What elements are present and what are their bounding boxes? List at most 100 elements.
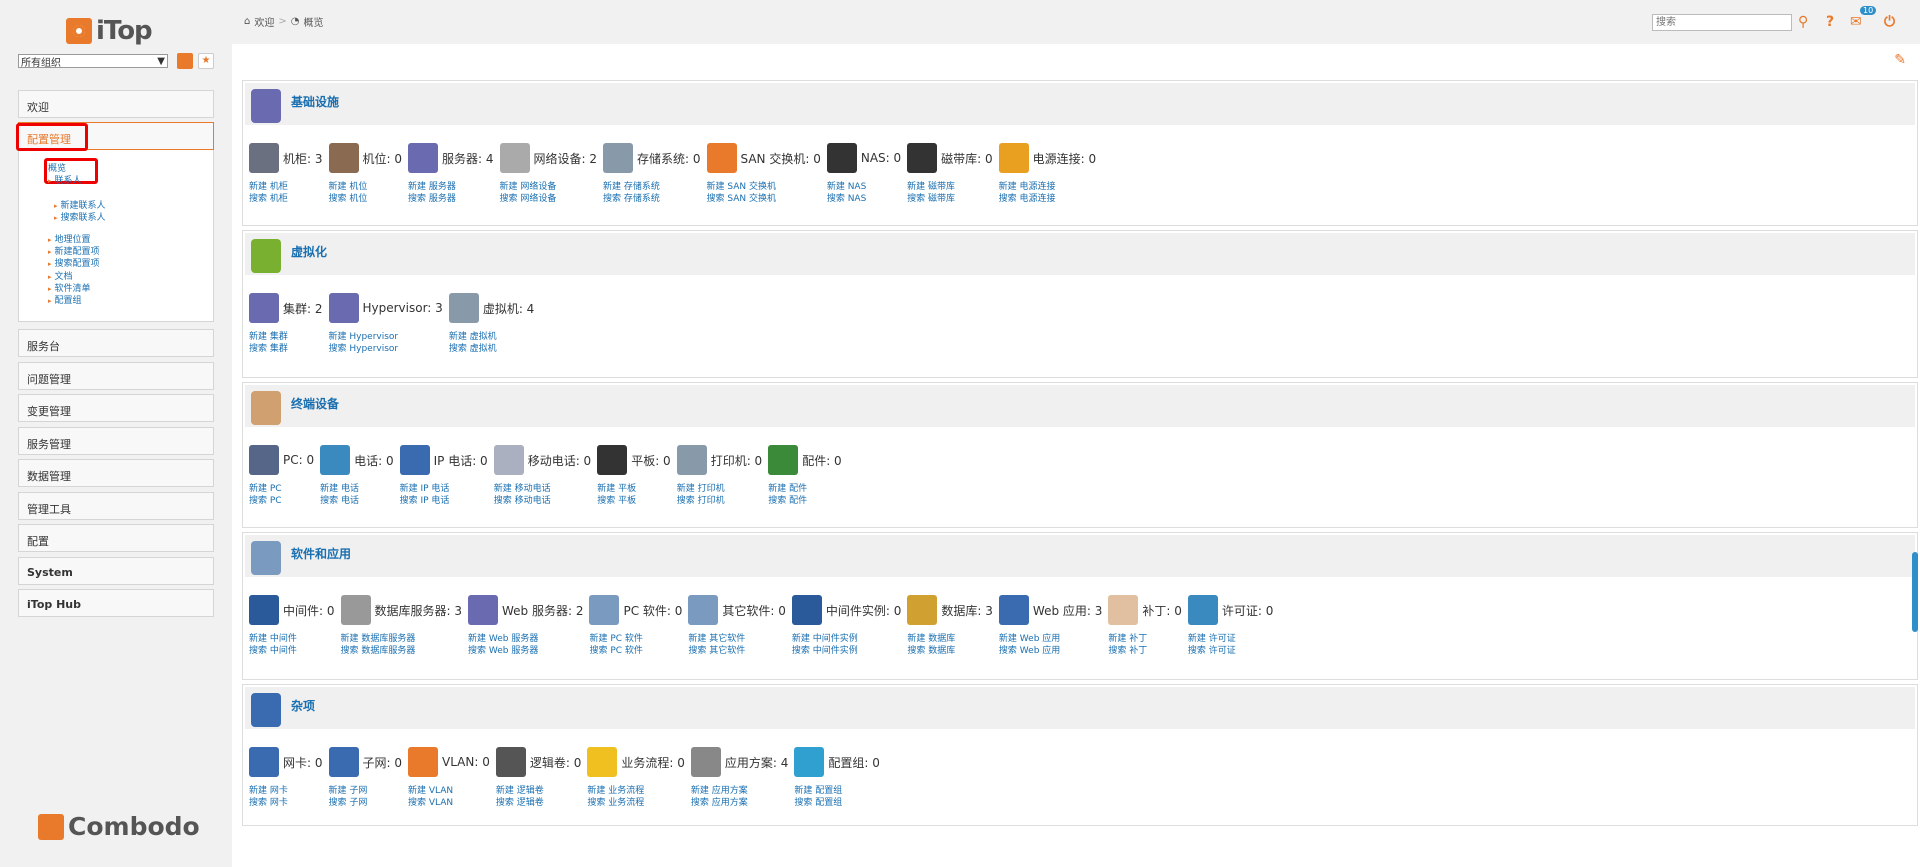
ci-class-count-link[interactable]: 中间件: 0 xyxy=(283,604,335,618)
ci-class-count-link[interactable]: 其它软件: 0 xyxy=(722,604,786,618)
ci-class-icon[interactable] xyxy=(589,595,620,625)
new-object-link[interactable]: 新建 网络设备 xyxy=(500,181,557,193)
ci-class-icon[interactable] xyxy=(249,143,279,173)
search-object-link[interactable]: 搜索 服务器 xyxy=(408,193,456,205)
new-object-link[interactable]: 新建 机位 xyxy=(329,181,368,193)
submenu-item[interactable]: ▸ 联系人 xyxy=(48,175,82,187)
ci-class-count-link[interactable]: SAN 交换机: 0 xyxy=(741,152,821,166)
search-object-link[interactable]: 搜索 中间件实例 xyxy=(792,645,858,657)
menu-9[interactable]: System xyxy=(18,557,214,585)
ci-class-icon[interactable] xyxy=(340,595,371,625)
itop-logo[interactable]: iTop xyxy=(66,16,153,46)
new-object-link[interactable]: 新建 Web 应用 xyxy=(999,633,1060,645)
search-object-link[interactable]: 搜索 PC xyxy=(249,495,282,507)
breadcrumb-overview[interactable]: 概览 xyxy=(303,14,323,29)
new-object-link[interactable]: 新建 PC xyxy=(249,483,282,495)
menu-0[interactable]: 欢迎 xyxy=(18,90,214,118)
ci-class-icon[interactable] xyxy=(249,293,279,323)
search-object-link[interactable]: 搜索 其它软件 xyxy=(688,645,745,657)
ci-class-count-link[interactable]: 平板: 0 xyxy=(631,454,671,468)
ci-class-icon[interactable] xyxy=(1108,595,1139,625)
ci-class-count-link[interactable]: 机柜: 3 xyxy=(283,152,323,166)
search-object-link[interactable]: 搜索 存储系统 xyxy=(603,193,660,205)
new-object-link[interactable]: 新建 其它软件 xyxy=(688,633,745,645)
ci-class-icon[interactable] xyxy=(408,143,438,173)
submenu-item[interactable]: ▸ 新建配置项 xyxy=(48,246,100,258)
edit-pencil-icon[interactable]: ✎ xyxy=(1894,52,1906,68)
ci-class-count-link[interactable]: 磁带库: 0 xyxy=(941,152,993,166)
search-object-link[interactable]: 搜索 补丁 xyxy=(1108,645,1147,657)
ci-class-icon[interactable] xyxy=(706,143,737,173)
ci-class-count-link[interactable]: 配件: 0 xyxy=(802,454,842,468)
ci-class-icon[interactable] xyxy=(320,445,351,475)
section-title[interactable]: 虚拟化 xyxy=(291,243,327,260)
search-object-link[interactable]: 搜索 数据库服务器 xyxy=(341,645,416,657)
ci-class-count-link[interactable]: 子网: 0 xyxy=(363,756,403,770)
new-object-link[interactable]: 新建 NAS xyxy=(827,181,866,193)
search-object-link[interactable]: 搜索 逻辑卷 xyxy=(496,797,544,809)
search-object-link[interactable]: 搜索 机位 xyxy=(329,193,368,205)
ci-class-count-link[interactable]: 业务流程: 0 xyxy=(621,756,685,770)
search-object-link[interactable]: 搜索 集群 xyxy=(249,343,288,355)
new-object-link[interactable]: 新建 许可证 xyxy=(1188,633,1236,645)
ci-class-count-link[interactable]: 配置组: 0 xyxy=(828,756,880,770)
ci-class-count-link[interactable]: 存储系统: 0 xyxy=(637,152,701,166)
search-object-link[interactable]: 搜索 电源连接 xyxy=(999,193,1056,205)
new-object-link[interactable]: 新建 业务流程 xyxy=(587,785,644,797)
submenu-item[interactable]: ▸ 搜索配置项 xyxy=(48,258,100,270)
scrollbar-thumb[interactable] xyxy=(1912,552,1918,632)
ci-class-icon[interactable] xyxy=(448,293,479,323)
new-object-link[interactable]: 新建 配置组 xyxy=(794,785,842,797)
global-search-input[interactable] xyxy=(1652,14,1792,31)
search-object-link[interactable]: 搜索 网卡 xyxy=(249,797,288,809)
search-object-link[interactable]: 搜索 应用方案 xyxy=(691,797,748,809)
ci-class-icon[interactable] xyxy=(826,143,857,173)
ci-class-icon[interactable] xyxy=(1187,595,1218,625)
new-object-link[interactable]: 新建 子网 xyxy=(329,785,368,797)
submenu-item[interactable]: ▸ 软件清单 xyxy=(48,283,91,295)
ci-class-count-link[interactable]: PC: 0 xyxy=(283,453,314,467)
new-object-link[interactable]: 新建 应用方案 xyxy=(691,785,748,797)
new-object-link[interactable]: 新建 网卡 xyxy=(249,785,288,797)
menu-2[interactable]: 服务台 xyxy=(18,329,214,357)
search-object-link[interactable]: 搜索 机柜 xyxy=(249,193,288,205)
new-object-link[interactable]: 新建 SAN 交换机 xyxy=(707,181,777,193)
new-object-link[interactable]: 新建 Hypervisor xyxy=(329,331,399,343)
ci-class-count-link[interactable]: 逻辑卷: 0 xyxy=(530,756,582,770)
ci-class-count-link[interactable]: 应用方案: 4 xyxy=(725,756,789,770)
ci-class-count-link[interactable]: 数据库服务器: 3 xyxy=(375,604,463,618)
new-object-link[interactable]: 新建 数据库服务器 xyxy=(341,633,416,645)
ci-class-icon[interactable] xyxy=(768,445,799,475)
search-object-link[interactable]: 搜索 配置组 xyxy=(794,797,842,809)
search-object-link[interactable]: 搜索 网络设备 xyxy=(500,193,557,205)
menu-6[interactable]: 数据管理 xyxy=(18,459,214,487)
ci-class-icon[interactable] xyxy=(249,595,279,625)
search-object-link[interactable]: 搜索 虚拟机 xyxy=(449,343,497,355)
search-object-link[interactable]: 搜索 子网 xyxy=(329,797,368,809)
new-object-link[interactable]: 新建 虚拟机 xyxy=(449,331,497,343)
ci-class-icon[interactable] xyxy=(328,143,359,173)
ci-class-icon[interactable] xyxy=(676,445,707,475)
search-object-link[interactable]: 搜索 打印机 xyxy=(677,495,725,507)
new-object-link[interactable]: 新建 PC 软件 xyxy=(589,633,642,645)
ci-class-icon[interactable] xyxy=(399,445,430,475)
menu-5[interactable]: 服务管理 xyxy=(18,427,214,455)
section-title[interactable]: 基础设施 xyxy=(291,93,339,110)
search-object-link[interactable]: 搜索 Hypervisor xyxy=(329,343,399,355)
ci-class-icon[interactable] xyxy=(408,747,438,777)
ci-class-count-link[interactable]: 网卡: 0 xyxy=(283,756,323,770)
menu-3[interactable]: 问题管理 xyxy=(18,362,214,390)
combodo-logo[interactable]: Combodo xyxy=(38,812,200,841)
ci-class-icon[interactable] xyxy=(690,747,721,777)
search-object-link[interactable]: 搜索 SAN 交换机 xyxy=(707,193,777,205)
ci-class-count-link[interactable]: 打印机: 0 xyxy=(711,454,763,468)
ci-class-icon[interactable] xyxy=(499,143,530,173)
ci-class-icon[interactable] xyxy=(907,595,938,625)
section-title[interactable]: 软件和应用 xyxy=(291,545,351,562)
new-object-link[interactable]: 新建 中间件 xyxy=(249,633,297,645)
search-object-link[interactable]: 搜索 中间件 xyxy=(249,645,297,657)
new-object-link[interactable]: 新建 存储系统 xyxy=(603,181,660,193)
new-object-link[interactable]: 新建 补丁 xyxy=(1108,633,1147,645)
ci-class-icon[interactable] xyxy=(603,143,633,173)
ci-class-count-link[interactable]: PC 软件: 0 xyxy=(623,604,682,618)
